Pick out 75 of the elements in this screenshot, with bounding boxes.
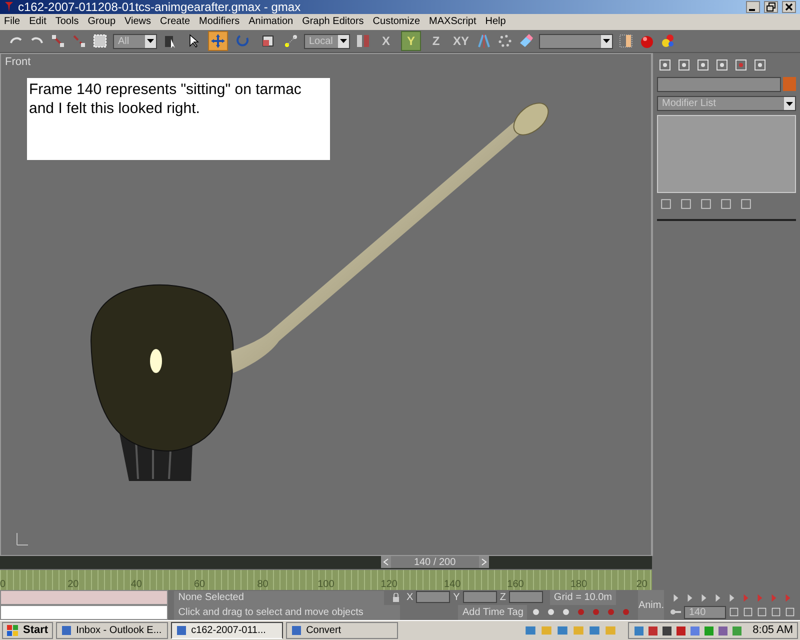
menu-item[interactable]: Tools: [55, 17, 79, 27]
modifier-stack-list[interactable]: [657, 115, 796, 193]
unlink-icon[interactable]: [71, 33, 87, 49]
menu-item[interactable]: Customize: [372, 17, 420, 27]
timeline-tick-label: 60: [193, 579, 206, 590]
app-logo-icon: [4, 1, 14, 13]
dropdown-arrow-icon: [603, 39, 610, 43]
menu-item[interactable]: Create: [160, 17, 190, 27]
menu-item[interactable]: Help: [485, 17, 506, 27]
array-icon[interactable]: [497, 33, 514, 49]
taskbar-button[interactable]: c162-2007-011...: [171, 622, 284, 639]
coordinate-field[interactable]: [508, 591, 543, 603]
dropdown-arrow-icon: [340, 39, 347, 43]
menu-item[interactable]: Graph Editors: [302, 17, 364, 27]
menu-item[interactable]: Group: [88, 17, 116, 27]
timeline-tick-label: 0: [0, 579, 7, 590]
front-viewport[interactable]: Front Frame 140 represents "sitting" on tarmac and I felt this looked right.: [0, 53, 652, 556]
taskbar-button[interactable]: Inbox - Outlook E...: [56, 622, 168, 639]
caption-text: Frame 140 represents "sitting" on tarmac and I felt this looked right.: [27, 78, 330, 160]
lock-icon[interactable]: [392, 592, 400, 602]
menu-item[interactable]: Modifiers: [199, 17, 240, 27]
menu-item[interactable]: MAXScript: [429, 17, 476, 27]
prompt-text: Click and drag to select and move objects: [174, 605, 400, 620]
windows-flag-icon: [7, 625, 19, 636]
previous-frame-arrow-icon[interactable]: [380, 556, 391, 568]
clock-text: 8:05 AM: [752, 623, 793, 638]
restore-icon[interactable]: [764, 1, 778, 13]
menu-item[interactable]: Views: [124, 17, 152, 27]
object-name-field[interactable]: [657, 77, 781, 92]
selection-bracket-icon[interactable]: [618, 33, 634, 49]
timeline-tick-label: 160: [506, 579, 525, 590]
selection-status: None Selected: [174, 590, 384, 604]
close-icon[interactable]: [782, 1, 796, 13]
viewport-label: Front: [5, 55, 31, 70]
timeline-tick-label: 20: [66, 579, 80, 590]
timeline-tick-label: 40: [130, 579, 143, 590]
material-spheres-icon[interactable]: [660, 33, 676, 49]
axis-label: Y: [453, 590, 460, 604]
menu-item[interactable]: File: [4, 17, 20, 27]
pivot-icon[interactable]: [283, 33, 299, 49]
window-title: c162-2007-011208-01tcs-animgearafter.gmax - gmax: [18, 1, 302, 13]
start-button[interactable]: Start: [2, 622, 54, 639]
region-select-icon[interactable]: [92, 33, 108, 49]
coordinate-field[interactable]: [416, 591, 450, 603]
axis-label: Z: [500, 590, 506, 604]
coordinate-field[interactable]: [462, 591, 497, 603]
menu-item[interactable]: Animation: [248, 17, 294, 27]
timeline-tick-label: 120: [380, 579, 398, 590]
eraser-icon[interactable]: [518, 33, 534, 49]
taskbar-button[interactable]: Convert: [286, 622, 398, 639]
link-icon[interactable]: [50, 33, 66, 49]
minimize-icon[interactable]: [746, 1, 760, 13]
object-color-swatch[interactable]: [783, 77, 796, 91]
app-window-icon: [291, 625, 302, 636]
dropdown-arrow-icon: [786, 102, 793, 106]
move-icon: [210, 33, 226, 49]
mirror-icon[interactable]: [476, 33, 492, 49]
named-selection-dropdown[interactable]: [539, 34, 614, 48]
timeline-tick-label: 80: [256, 579, 270, 590]
next-frame-arrow-icon[interactable]: [478, 556, 489, 568]
app-window-icon: [176, 625, 188, 636]
axis-tripod-icon: [15, 531, 29, 547]
axis-label: X: [406, 590, 414, 604]
dropdown-arrow-icon: [147, 39, 154, 43]
timeline-tick-label: 20: [635, 579, 648, 590]
grid-readout: Grid = 10.0m: [550, 590, 616, 604]
pivot-center-icon[interactable]: [355, 33, 371, 49]
app-window-icon: [61, 625, 72, 636]
render-teapot-icon[interactable]: [639, 33, 656, 49]
timeline-tick-label: 180: [569, 579, 588, 590]
scale-icon: [260, 33, 276, 49]
timeline-tick-label: 140: [442, 579, 462, 590]
rotate-icon: [235, 33, 251, 49]
menu-item[interactable]: Edit: [29, 17, 46, 27]
timeline-tick-label: 100: [316, 579, 336, 590]
